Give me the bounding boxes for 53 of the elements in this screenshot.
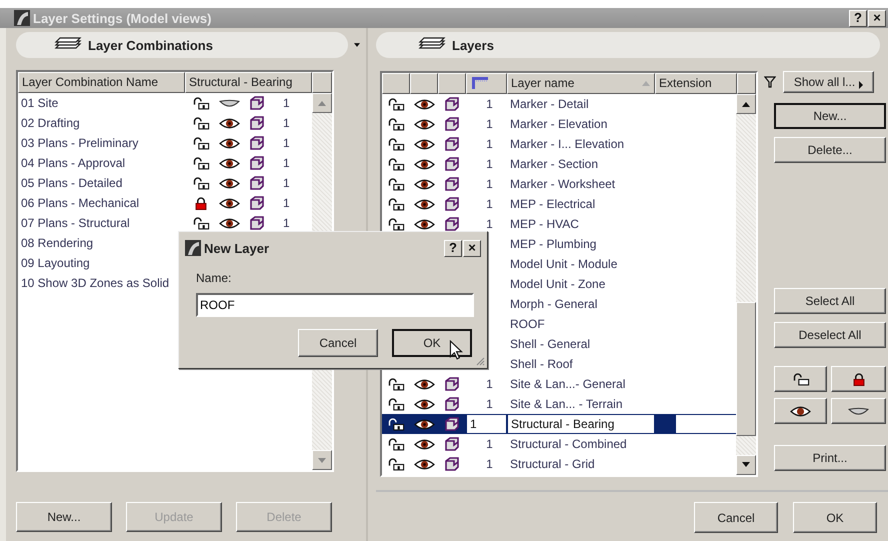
table-cell-text: 08 Rendering bbox=[20, 235, 94, 252]
table-cell-text: MEP - HVAC bbox=[509, 216, 580, 233]
panel-title: Layer Combinations bbox=[88, 38, 213, 52]
pen-number: 1 bbox=[486, 397, 493, 411]
table-cell-text: Shell - Roof bbox=[509, 356, 574, 373]
table-cell-text: 07 Plans - Structural bbox=[20, 215, 131, 232]
table-cell-text: Marker - I... Elevation bbox=[509, 136, 626, 153]
table-cell-text: Morph - General bbox=[509, 296, 598, 313]
table-cell-text: Marker - Detail bbox=[509, 96, 590, 113]
table-cell-text: MEP - Plumbing bbox=[509, 236, 598, 253]
pen-number: 1 bbox=[283, 156, 290, 170]
table-cell-text: Structural - Combined bbox=[509, 436, 628, 453]
table-cell-text: Marker - Worksheet bbox=[509, 176, 616, 193]
table-cell-text: ROOF bbox=[509, 316, 546, 333]
pen-number: 1 bbox=[486, 97, 493, 111]
pen-number: 1 bbox=[486, 117, 493, 131]
pen-number: 1 bbox=[486, 177, 493, 191]
field-label: Name: bbox=[196, 271, 232, 285]
table-cell-text: Model Unit - Zone bbox=[509, 276, 606, 293]
pen-number: 1 bbox=[486, 197, 493, 211]
table-cell-text: 03 Plans - Preliminary bbox=[20, 135, 140, 152]
table-cell-text: 10 Show 3D Zones as Solid bbox=[20, 275, 170, 292]
pen-number: 1 bbox=[283, 116, 290, 130]
pen-number: 1 bbox=[283, 176, 290, 190]
table-cell-text: 04 Plans - Approval bbox=[20, 155, 126, 172]
table-cell-text: Site & Lan... - Terrain bbox=[509, 396, 624, 413]
table-cell-text: Structural - Grid bbox=[509, 456, 596, 473]
pen-number: 1 bbox=[283, 136, 290, 150]
table-cell-text: MEP - Electrical bbox=[509, 196, 596, 213]
table-cell-text: 05 Plans - Detailed bbox=[20, 175, 124, 192]
table-cell-text: Site & Lan...- General bbox=[509, 376, 626, 393]
table-cell-text: 06 Plans - Mechanical bbox=[20, 195, 140, 212]
dialog-title: New Layer bbox=[204, 240, 270, 256]
pen-number: 1 bbox=[486, 217, 493, 231]
pen-number: 1 bbox=[486, 157, 493, 171]
table-cell-text: Marker - Section bbox=[509, 156, 600, 173]
table-cell-text: Marker - Elevation bbox=[509, 116, 608, 133]
table-cell-text: 09 Layouting bbox=[20, 255, 91, 272]
pen-number: 1 bbox=[470, 417, 477, 431]
pen-number: 1 bbox=[283, 196, 290, 210]
pen-number: 1 bbox=[486, 377, 493, 391]
panel-title: Layers bbox=[452, 38, 494, 52]
table-cell: Structural - Bearing bbox=[507, 414, 655, 434]
table-cell-text: 02 Drafting bbox=[20, 115, 81, 132]
pen-number: 1 bbox=[486, 457, 493, 471]
table-cell-text: 01 Site bbox=[20, 95, 60, 112]
pen-number: 1 bbox=[486, 437, 493, 451]
pen-number: 1 bbox=[486, 137, 493, 151]
table-cell-text: Model Unit - Module bbox=[509, 256, 618, 273]
window-title: Layer Settings (Model views) bbox=[33, 10, 212, 26]
pen-number: 1 bbox=[283, 216, 290, 230]
pen-number: 1 bbox=[283, 96, 290, 110]
table-cell-text: Shell - General bbox=[509, 336, 592, 353]
